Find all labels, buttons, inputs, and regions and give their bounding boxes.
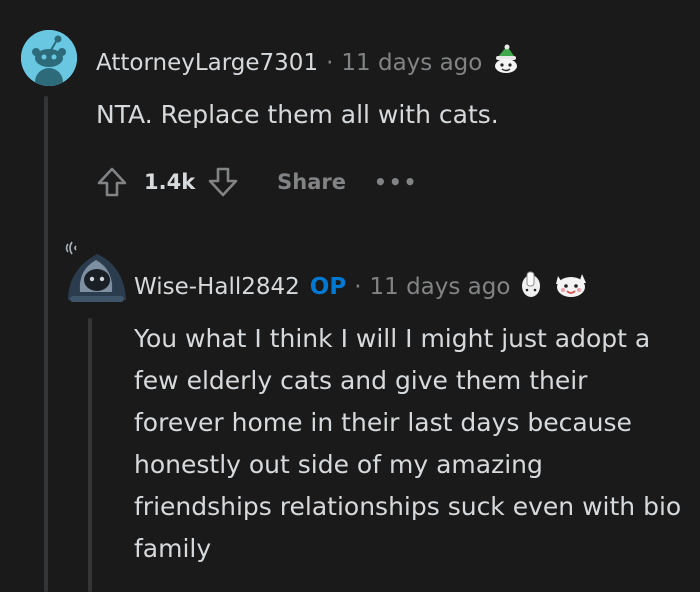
reply-avatar[interactable] (62, 236, 132, 306)
more-options-button[interactable]: ••• (374, 170, 418, 194)
comment-thread: AttorneyLarge7301 · 11 days ago NTA. Rep… (0, 0, 700, 592)
snoo-cat-award-icon (556, 274, 587, 297)
award-icon[interactable] (518, 268, 544, 306)
comment-actions: 1.4k Share ••• (92, 160, 418, 204)
share-button[interactable]: Share (277, 170, 346, 194)
snoo-facepalm-award-icon (522, 271, 541, 297)
timestamp[interactable]: 11 days ago (341, 50, 482, 76)
op-badge: OP (309, 274, 347, 300)
avatar[interactable] (21, 30, 77, 86)
thread-line-reply[interactable] (88, 318, 92, 592)
award-icon[interactable] (490, 44, 522, 82)
thread-line-parent[interactable] (44, 96, 48, 592)
hooded-avatar-icon (65, 241, 126, 302)
downvote-button[interactable] (203, 162, 243, 202)
username-link[interactable]: Wise-Hall2842 (134, 274, 300, 300)
meta-separator: · (326, 50, 334, 76)
upvote-button[interactable] (92, 162, 132, 202)
reply-body: You what I think I will I might just ado… (134, 324, 682, 563)
vote-score: 1.4k (144, 170, 196, 194)
timestamp[interactable]: 11 days ago (370, 274, 511, 300)
meta-separator: · (354, 274, 362, 300)
upvote-arrow-icon (97, 167, 127, 197)
comment-body: NTA. Replace them all with cats. (96, 100, 499, 129)
award-icon[interactable] (552, 268, 590, 306)
username-link[interactable]: AttorneyLarge7301 (96, 50, 318, 76)
snoo-avatar-icon (21, 30, 77, 86)
comment-meta: AttorneyLarge7301 · 11 days ago (96, 44, 522, 82)
reply-meta: Wise-Hall2842 OP · 11 days ago (134, 268, 590, 306)
snoo-elf-award-icon (495, 44, 518, 73)
downvote-arrow-icon (208, 167, 238, 197)
